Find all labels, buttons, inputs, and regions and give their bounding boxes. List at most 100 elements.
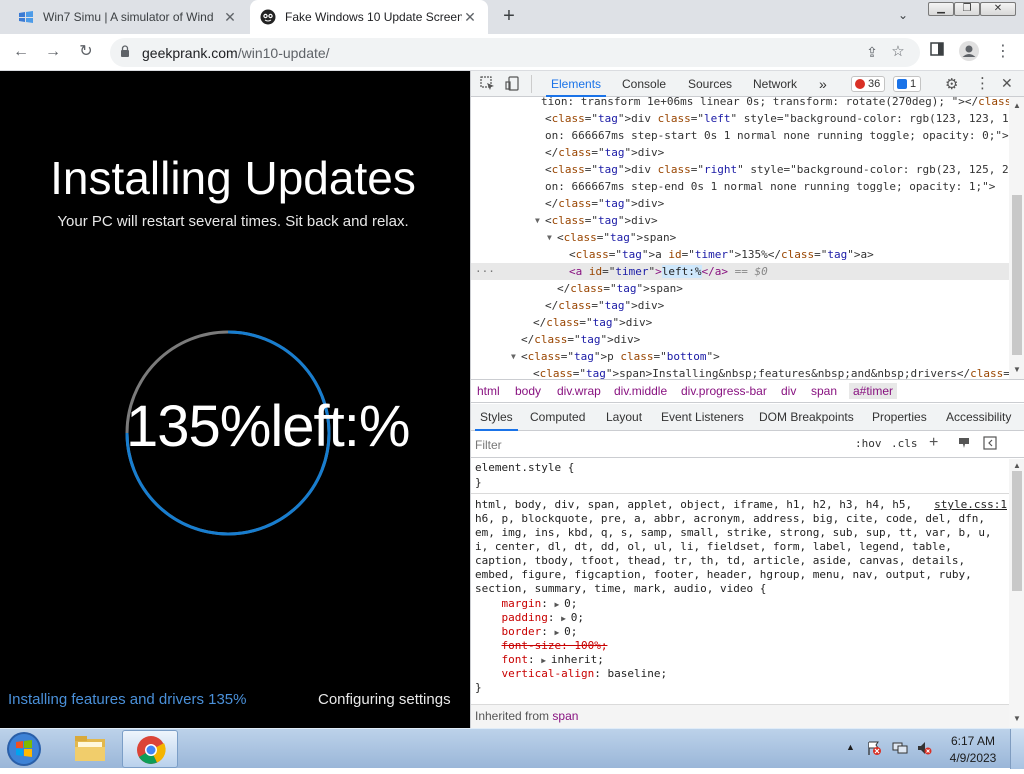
tab-fake-windows-update[interactable]: Fake Windows 10 Update Screen ✕ <box>250 0 488 34</box>
dom-line[interactable]: <class="tag">span>Installing&nbsp;featur… <box>471 365 1009 379</box>
close-tab-icon[interactable]: ✕ <box>462 9 478 26</box>
tab-elements[interactable]: Elements <box>545 71 607 97</box>
action-center-flag-icon[interactable] <box>866 740 882 761</box>
rule-selector-line[interactable]: html, body, div, span, applet, object, i… <box>475 498 1009 512</box>
dom-line[interactable]: on: 666667ms step-start 0s 1 normal none… <box>471 127 1009 144</box>
dom-line[interactable]: on: 666667ms step-end 0s 1 normal none r… <box>471 178 1009 195</box>
bookmark-star-icon[interactable]: ☆ <box>887 41 909 63</box>
rule-selector-line[interactable]: caption, tbody, tfoot, thead, tr, th, td… <box>475 554 1009 568</box>
new-style-rule-icon[interactable]: + <box>929 434 938 452</box>
computed-styles-toggle-icon[interactable] <box>957 436 971 453</box>
dom-line[interactable]: </class="tag">div> <box>471 195 1009 212</box>
taskbar-file-explorer[interactable] <box>62 730 118 768</box>
class-toggle[interactable]: .cls <box>891 437 918 450</box>
devtools-menu-icon[interactable]: ⋮ <box>975 74 990 92</box>
new-tab-button[interactable]: + <box>498 6 520 28</box>
styles-tab-dom-breakpoints[interactable]: DOM Breakpoints <box>759 404 854 431</box>
dom-line[interactable]: </class="tag">span> <box>471 280 1009 297</box>
dom-line[interactable]: ▼ <class="tag">span> <box>471 229 1009 246</box>
share-icon[interactable]: ⇪ <box>861 41 883 63</box>
style-declaration[interactable]: margin: ▶ 0; <box>475 597 1009 611</box>
network-icon[interactable] <box>892 740 908 761</box>
styles-scrollbar[interactable]: ▲ ▼ <box>1009 459 1024 728</box>
close-window-button[interactable]: ✕ <box>980 2 1016 16</box>
dom-line[interactable]: </class="tag">div> <box>471 144 1009 161</box>
show-desktop-button[interactable] <box>1010 729 1024 769</box>
scroll-up-icon[interactable]: ▲ <box>1013 461 1021 470</box>
show-hidden-icons-icon[interactable]: ▲ <box>846 742 855 752</box>
styles-tab-styles[interactable]: Styles <box>475 404 518 431</box>
maximize-button[interactable]: ❐ <box>954 2 980 16</box>
address-bar[interactable]: geekprank.com/win10-update/ <box>110 38 920 67</box>
toggle-sidebar-icon[interactable] <box>983 436 997 453</box>
dom-line-selected[interactable]: ··· <a id="timer">left:%</a> == $0 <box>471 263 1009 280</box>
breadcrumb-item[interactable]: div.wrap <box>557 384 601 398</box>
dom-line[interactable]: tion: transform 1e+06ms linear 0s; trans… <box>471 97 1009 110</box>
rule-selector-line[interactable]: i, center, dl, dt, dd, ol, ul, li, field… <box>475 540 1009 554</box>
volume-muted-icon[interactable] <box>916 740 932 761</box>
breadcrumb-item[interactable]: html <box>477 384 500 398</box>
styles-tab-accessibility[interactable]: Accessibility <box>946 404 1011 431</box>
dom-line[interactable]: </class="tag">div> <box>471 314 1009 331</box>
error-count-badge[interactable]: 36 <box>851 76 886 92</box>
hover-state-toggle[interactable]: :hov <box>855 437 882 450</box>
close-tab-icon[interactable]: ✕ <box>222 9 238 26</box>
lock-icon[interactable] <box>120 45 130 57</box>
styles-tab-event-listeners[interactable]: Event Listeners <box>661 404 744 431</box>
clock-time[interactable]: 6:17 AM <box>950 734 996 748</box>
rule-selector-line[interactable]: h6, p, blockquote, pre, a, abbr, acronym… <box>475 512 1009 526</box>
styles-filter-input[interactable] <box>475 435 845 454</box>
style-declaration[interactable]: font: ▶ inherit; <box>475 653 1009 667</box>
message-count-badge[interactable]: 1 <box>893 76 922 92</box>
clock-date[interactable]: 4/9/2023 <box>947 751 999 765</box>
close-devtools-icon[interactable]: ✕ <box>1001 75 1013 92</box>
more-tabs-button[interactable]: » <box>819 71 827 97</box>
dom-line[interactable]: ▼ <class="tag">div> <box>471 212 1009 229</box>
scroll-thumb[interactable] <box>1012 195 1022 355</box>
style-declaration[interactable]: vertical-align: baseline; <box>475 667 1009 681</box>
breadcrumb-item[interactable]: a#timer <box>849 383 898 399</box>
scroll-thumb[interactable] <box>1012 471 1022 591</box>
breadcrumb-item[interactable]: body <box>515 384 541 398</box>
dom-line[interactable]: </class="tag">div> <box>471 297 1009 314</box>
breadcrumb-item[interactable]: span <box>811 384 837 398</box>
scroll-down-icon[interactable]: ▼ <box>1013 714 1021 723</box>
element-style-selector[interactable]: element.style { <box>475 461 1009 475</box>
dom-line[interactable]: <class="tag">a id="timer">135%</class="t… <box>471 246 1009 263</box>
scroll-up-icon[interactable]: ▲ <box>1013 101 1021 110</box>
taskbar-chrome[interactable] <box>122 730 178 768</box>
settings-gear-icon[interactable]: ⚙ <box>945 75 958 93</box>
styles-tab-properties[interactable]: Properties <box>872 404 927 431</box>
rule-selector-line[interactable]: section, summary, time, mark, audio, vid… <box>475 582 1009 596</box>
dom-line[interactable]: <class="tag">div class="left" style="bac… <box>471 110 1009 127</box>
start-button[interactable] <box>4 730 44 768</box>
tab-search-chevron-icon[interactable]: ⌄ <box>898 8 908 22</box>
back-arrow-icon[interactable]: ← <box>10 41 32 63</box>
styles-tab-computed[interactable]: Computed <box>530 404 585 431</box>
style-declaration[interactable]: padding: ▶ 0; <box>475 611 1009 625</box>
forward-arrow-icon[interactable]: → <box>42 41 64 63</box>
rule-selector-line[interactable]: em, img, ins, kbd, q, s, samp, small, st… <box>475 526 1009 540</box>
dom-tree-scrollbar[interactable]: ▲ ▼ <box>1009 97 1024 379</box>
scroll-down-icon[interactable]: ▼ <box>1013 365 1021 374</box>
dom-line[interactable]: ▼ <class="tag">p class="bottom"> <box>471 348 1009 365</box>
style-declaration[interactable]: border: ▶ 0; <box>475 625 1009 639</box>
inherited-element-link[interactable]: span <box>552 709 578 723</box>
device-toolbar-icon[interactable] <box>505 76 520 96</box>
breadcrumb-item[interactable]: div <box>781 384 796 398</box>
dom-line[interactable]: </class="tag">div> <box>471 331 1009 348</box>
style-declaration[interactable]: font-size: 100%; <box>475 639 1009 653</box>
styles-tab-layout[interactable]: Layout <box>606 404 642 431</box>
tab-network[interactable]: Network <box>753 71 797 97</box>
minimize-button[interactable]: ▁ <box>928 2 954 16</box>
rule-selector-line[interactable]: embed, figure, figcaption, footer, heade… <box>475 568 1009 582</box>
dom-line[interactable]: <class="tag">div class="right" style="ba… <box>471 161 1009 178</box>
breadcrumb-item[interactable]: div.middle <box>614 384 667 398</box>
breadcrumb-item[interactable]: div.progress-bar <box>681 384 767 398</box>
inspect-element-icon[interactable] <box>480 76 495 96</box>
reload-icon[interactable]: ↻ <box>75 41 97 63</box>
tab-console[interactable]: Console <box>622 71 666 97</box>
side-panel-icon[interactable] <box>926 41 948 63</box>
tab-sources[interactable]: Sources <box>688 71 732 97</box>
browser-menu-icon[interactable]: ⋮ <box>992 41 1014 63</box>
